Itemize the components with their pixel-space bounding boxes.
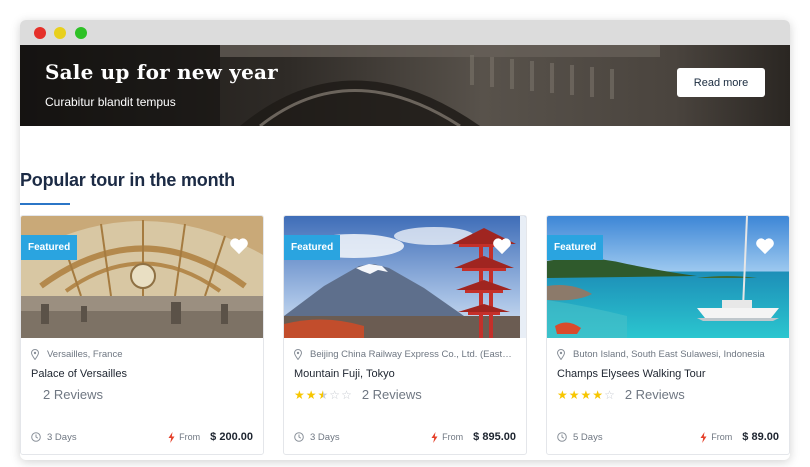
banner-background-image — [20, 45, 790, 126]
bolt-icon — [168, 431, 175, 443]
star-empty-icon: ☆ — [604, 387, 615, 402]
tour-name[interactable]: Champs Elysees Walking Tour — [557, 368, 706, 380]
rating-row: ★ ★ ★ ★ ☆ 2 Reviews — [557, 387, 685, 402]
tour-location: Versailles, France — [47, 349, 123, 360]
heart-icon[interactable] — [229, 237, 249, 255]
duration: 3 Days — [31, 432, 77, 443]
tour-price: $ 89.00 — [742, 431, 779, 443]
maximize-window-button[interactable] — [75, 27, 87, 39]
duration-text: 5 Days — [573, 431, 603, 443]
clock-icon — [294, 432, 304, 442]
tour-card[interactable]: Featured Beijing China Railway Express C… — [283, 215, 527, 455]
duration: 5 Days — [557, 432, 603, 443]
tour-card[interactable]: Featured Versailles, France Palace of Ve… — [20, 215, 264, 455]
price-block: From $ 89.00 — [700, 431, 779, 443]
map-pin-icon — [31, 349, 39, 360]
tour-price: $ 200.00 — [210, 431, 253, 443]
price-block: From $ 895.00 — [431, 431, 516, 443]
featured-badge: Featured — [21, 235, 78, 260]
review-count[interactable]: 2 Reviews — [625, 387, 685, 402]
star-empty-icon: ☆ — [341, 387, 352, 402]
map-pin-icon — [294, 349, 302, 360]
card-footer: 3 Days From $ 200.00 — [31, 431, 253, 443]
tour-image[interactable]: Featured — [284, 216, 526, 338]
star-full-icon: ★ — [557, 387, 568, 402]
card-footer: 3 Days From $ 895.00 — [294, 431, 516, 443]
banner-subtitle: Curabitur blandit tempus — [45, 95, 176, 109]
bolt-icon — [431, 431, 438, 443]
tour-location: Buton Island, South East Sulawesi, Indon… — [573, 349, 765, 360]
tour-image[interactable]: Featured — [21, 216, 263, 338]
read-more-button[interactable]: Read more — [677, 68, 765, 97]
section-title: Popular tour in the month — [20, 170, 235, 190]
minimize-window-button[interactable] — [54, 27, 66, 39]
promo-banner: Sale up for new year Curabitur blandit t… — [20, 45, 790, 126]
star-full-icon: ★ — [294, 387, 305, 402]
tour-name[interactable]: Mountain Fuji, Tokyo — [294, 368, 395, 380]
star-empty-icon: ☆ — [329, 387, 341, 402]
tour-price: $ 895.00 — [473, 431, 516, 443]
map-pin-icon — [557, 349, 565, 360]
location-row: Beijing China Railway Express Co., Ltd. … — [294, 349, 515, 360]
banner-title: Sale up for new year — [45, 60, 278, 84]
star-half-icon: ★ — [317, 387, 329, 402]
featured-badge: Featured — [284, 235, 341, 260]
tour-card[interactable]: Featured Buton Island, South East Sulawe… — [546, 215, 790, 455]
browser-window: Sale up for new year Curabitur blandit t… — [20, 20, 790, 460]
card-footer: 5 Days From $ 89.00 — [557, 431, 779, 443]
heart-icon[interactable] — [755, 237, 775, 255]
tour-location: Beijing China Railway Express Co., Ltd. … — [310, 349, 515, 360]
section-title-underline — [20, 203, 70, 205]
from-label: From — [711, 432, 733, 442]
heart-icon[interactable] — [492, 237, 512, 255]
rating-row: 2 Reviews — [31, 387, 103, 402]
duration-text: 3 Days — [47, 431, 77, 443]
star-full-icon: ★ — [568, 387, 580, 402]
star-full-icon: ★ — [592, 387, 604, 402]
tour-name[interactable]: Palace of Versailles — [31, 368, 127, 380]
location-row: Buton Island, South East Sulawesi, Indon… — [557, 349, 765, 360]
price-block: From $ 200.00 — [168, 431, 253, 443]
location-row: Versailles, France — [31, 349, 123, 360]
from-label: From — [442, 432, 464, 442]
featured-badge: Featured — [547, 235, 604, 260]
duration-text: 3 Days — [310, 431, 340, 443]
title-bar — [20, 20, 790, 45]
review-count[interactable]: 2 Reviews — [362, 387, 422, 402]
bolt-icon — [700, 431, 707, 443]
star-rating: ★ ★ ★ ☆ ☆ — [294, 388, 352, 402]
star-full-icon: ★ — [580, 387, 592, 402]
review-count[interactable]: 2 Reviews — [43, 387, 103, 402]
duration: 3 Days — [294, 432, 340, 443]
tour-image[interactable]: Featured — [547, 216, 789, 338]
from-label: From — [179, 432, 201, 442]
close-window-button[interactable] — [34, 27, 46, 39]
clock-icon — [557, 432, 567, 442]
star-rating: ★ ★ ★ ★ ☆ — [557, 388, 615, 402]
clock-icon — [31, 432, 41, 442]
star-full-icon: ★ — [305, 387, 317, 402]
rating-row: ★ ★ ★ ☆ ☆ 2 Reviews — [294, 387, 422, 402]
